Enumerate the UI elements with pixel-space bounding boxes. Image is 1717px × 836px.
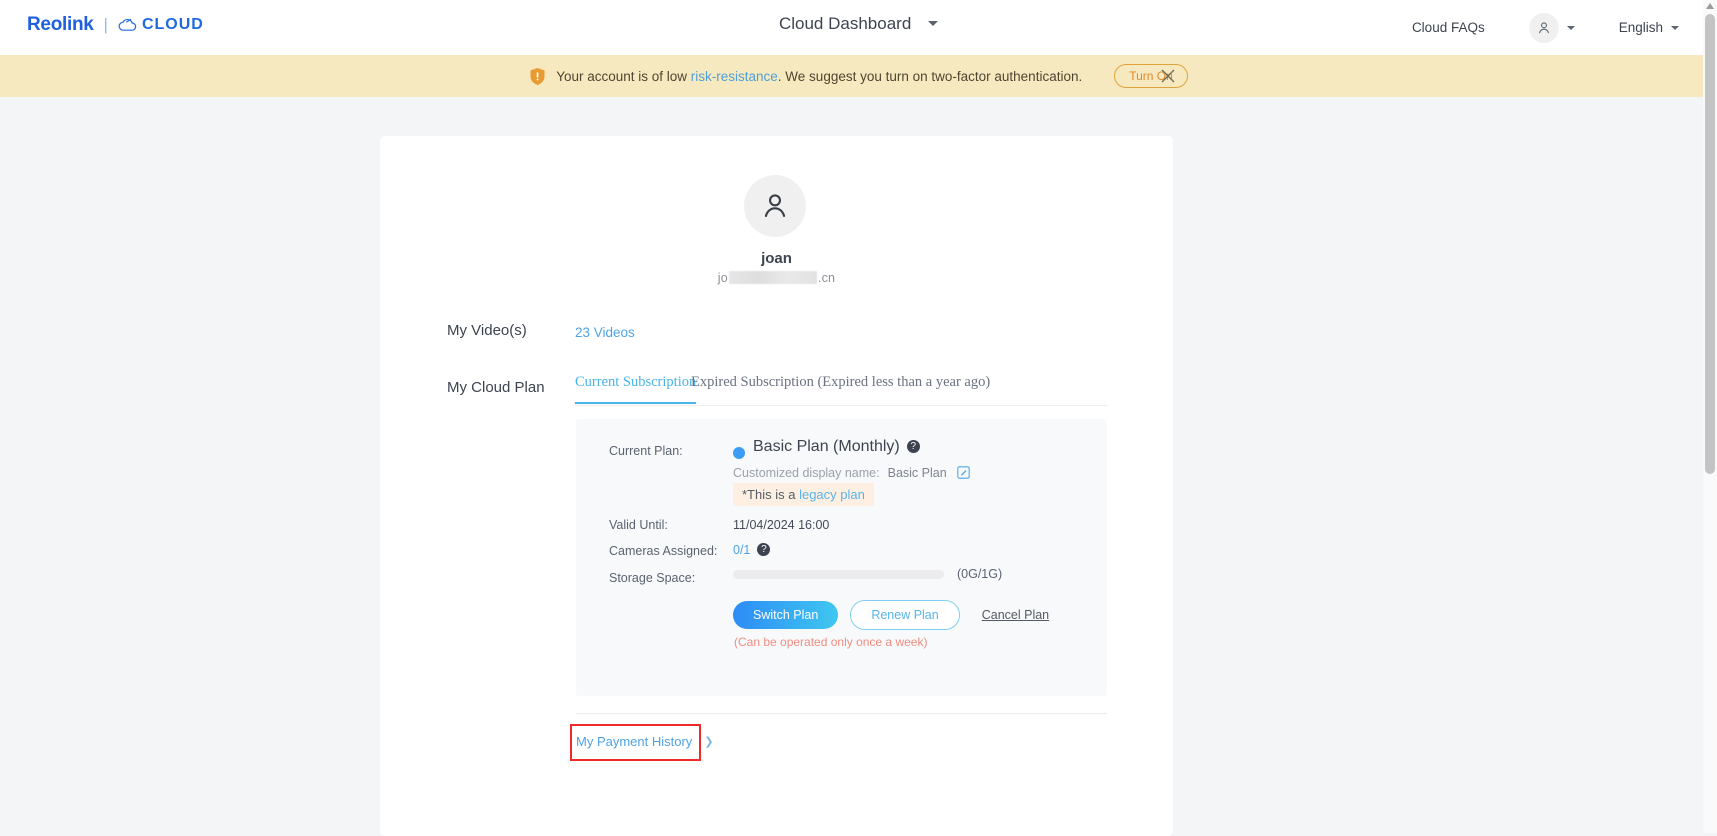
payment-history-label: My Payment History (576, 734, 693, 749)
video-count-link[interactable]: 23 Videos (575, 325, 635, 340)
close-icon[interactable] (1159, 67, 1177, 85)
profile-avatar (744, 175, 806, 237)
legacy-plan-link[interactable]: legacy plan (799, 487, 865, 502)
cameras-assigned-value[interactable]: 0/1? (733, 543, 771, 557)
tab-expired-subscription[interactable]: Expired Subscription (Expired less than … (691, 374, 990, 402)
cameras-assigned-count: 0/1 (733, 543, 751, 557)
tab-current-subscription[interactable]: Current Subscription (575, 374, 697, 404)
storage-progress-bar (733, 570, 944, 579)
brand-separator: | (103, 15, 108, 34)
cloud-text: CLOUD (141, 16, 204, 33)
email-redaction (728, 271, 817, 284)
chevron-down-icon[interactable] (1566, 25, 1575, 30)
language-selector[interactable]: English (1619, 20, 1679, 35)
brand-name: Reolink (27, 14, 94, 35)
notice-text: Your account is of low risk-resistance. … (556, 69, 1082, 84)
valid-until-label: Valid Until: (609, 518, 668, 532)
profile-name: joan (761, 250, 792, 267)
user-icon (1538, 21, 1549, 33)
subscription-tabs: Current Subscription Expired Subscriptio… (575, 374, 1105, 404)
notice-text-after: . We suggest you turn on two-factor auth… (777, 68, 1083, 84)
cloud-icon (118, 18, 137, 31)
my-videos-label: My Video(s) (447, 322, 527, 339)
edit-pencil-icon[interactable] (956, 466, 970, 482)
legacy-plan-badge: *This is a legacy plan (733, 483, 874, 506)
notice-text-before: Your account is of low (556, 68, 691, 84)
tabs-divider (575, 405, 1107, 406)
email-suffix: .cn (817, 271, 836, 285)
avatar (1528, 12, 1559, 43)
page-title: Cloud Dashboard (778, 14, 912, 33)
brand-cloud-label: CLOUD (118, 16, 204, 34)
shield-warning-icon (530, 67, 545, 85)
page-scrollbar[interactable] (1703, 0, 1717, 833)
plan-actions: Switch Plan Renew Plan Cancel Plan (733, 600, 1049, 630)
cloud-faqs-link[interactable]: Cloud FAQs (1412, 20, 1485, 35)
language-label: English (1618, 20, 1663, 35)
brand-logo[interactable]: Reolink | CLOUD (27, 14, 204, 36)
switch-plan-button[interactable]: Switch Plan (733, 601, 839, 629)
current-plan-label: Current Plan: (609, 444, 683, 458)
customized-display-name-value: Basic Plan (887, 466, 947, 480)
current-plan-value: Basic Plan (Monthly)? (753, 438, 920, 456)
customized-display-name-row: Customized display name: Basic Plan (733, 466, 970, 482)
email-prefix: jo (717, 271, 728, 285)
cancel-plan-link[interactable]: Cancel Plan (982, 608, 1049, 622)
my-payment-history-link[interactable]: My Payment History ❯ (576, 734, 714, 749)
scrollbar-thumb[interactable] (1705, 14, 1715, 474)
plan-name-text: Basic Plan (Monthly) (753, 438, 900, 455)
question-mark-icon[interactable]: ? (757, 543, 771, 556)
storage-space-label: Storage Space: (609, 571, 696, 585)
account-menu-button[interactable] (1528, 12, 1575, 43)
dashboard-card: joan jo .cn My Video(s) 23 Videos My Clou… (380, 136, 1173, 836)
top-header: Reolink | CLOUD Cloud Dashboard Cloud FA… (0, 0, 1717, 55)
triangle-up-icon[interactable] (1706, 3, 1714, 9)
profile-email: jo .cn (380, 271, 1173, 285)
current-plan-panel: Current Plan: Basic Plan (Monthly)? Cust… (576, 419, 1107, 696)
valid-until-value: 11/04/2024 16:00 (733, 518, 830, 532)
cameras-assigned-label: Cameras Assigned: (609, 544, 718, 558)
chevron-right-icon: ❯ (704, 736, 714, 748)
storage-usage-value: (0G/1G) (957, 567, 1003, 581)
chevron-down-icon[interactable] (1671, 25, 1679, 30)
header-actions: Cloud FAQs English (1412, 0, 1695, 55)
my-cloud-plan-label: My Cloud Plan (447, 379, 545, 396)
renew-plan-button[interactable]: Renew Plan (850, 600, 960, 630)
plan-status-dot (733, 447, 745, 459)
chevron-down-icon[interactable] (928, 21, 939, 26)
panel-divider (576, 713, 1107, 714)
user-icon (764, 194, 786, 217)
plan-action-note: (Can be operated only once a week) (734, 635, 928, 649)
notice-content: Your account is of low risk-resistance. … (529, 64, 1188, 88)
security-notice-bar: Your account is of low risk-resistance. … (0, 55, 1717, 97)
customized-display-name-label: Customized display name: (733, 466, 880, 480)
risk-resistance-link[interactable]: risk-resistance (691, 69, 778, 84)
legacy-prefix: *This is a (742, 487, 800, 502)
question-mark-icon[interactable]: ? (906, 440, 920, 453)
